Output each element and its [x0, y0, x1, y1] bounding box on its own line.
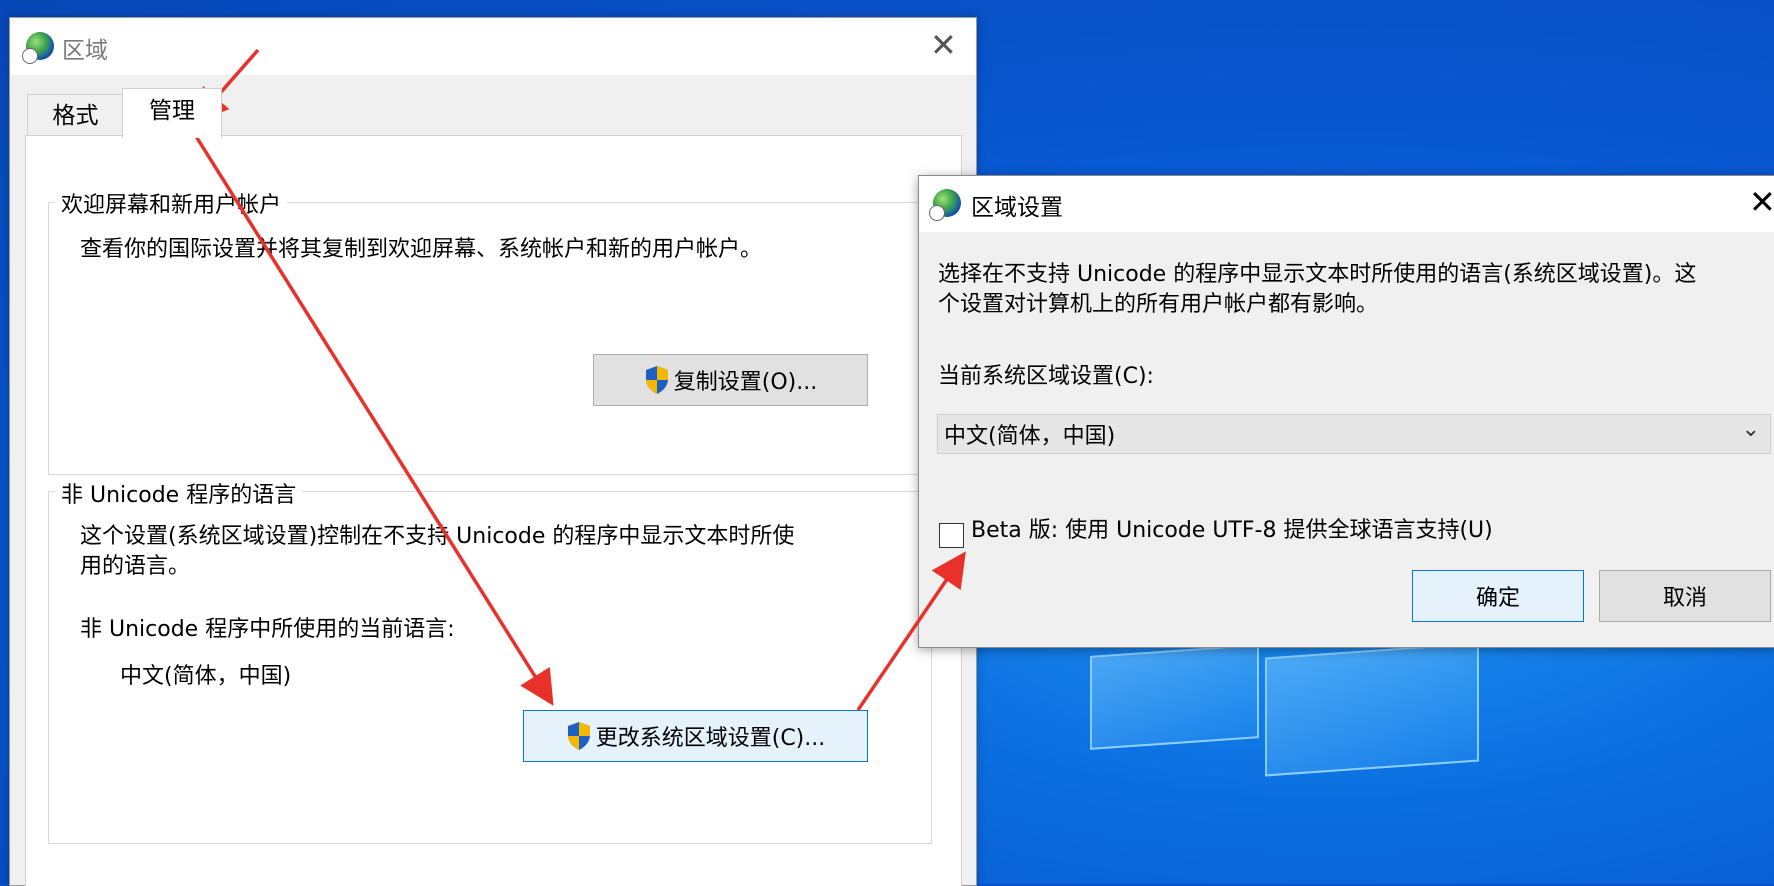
selected-locale: 中文(简体，中国) — [944, 424, 1116, 449]
title-bar: 区域 ✕ — [10, 18, 976, 75]
welcome-group-title: 欢迎屏幕和新用户帐户 — [55, 187, 288, 219]
region-settings-dialog: 区域设置 ✕ 选择在不支持 Unicode 的程序中显示文本时所使用的语言(系统… — [918, 175, 1774, 648]
welcome-description: 查看你的国际设置并将其复制到欢迎屏幕、系统帐户和新的用户帐户。 — [80, 237, 763, 262]
close-icon[interactable]: ✕ — [1749, 186, 1774, 218]
cancel-label: 取消 — [1662, 586, 1707, 611]
ok-label: 确定 — [1475, 586, 1520, 611]
uac-shield-icon — [566, 721, 592, 751]
uac-shield-icon — [644, 365, 670, 395]
tab-formats[interactable]: 格式 — [27, 94, 124, 137]
non-unicode-description-line2: 用的语言。 — [80, 554, 191, 579]
tab-administrative[interactable]: 管理 — [122, 88, 222, 138]
copy-settings-button[interactable]: 复制设置(O)... — [593, 354, 868, 406]
ok-button[interactable]: 确定 — [1412, 570, 1584, 622]
windows-logo-pane — [1265, 642, 1479, 777]
change-system-locale-button[interactable]: 更改系统区域设置(C)... — [523, 710, 868, 762]
beta-utf8-checkbox[interactable] — [939, 523, 964, 548]
non-unicode-group-title: 非 Unicode 程序的语言 — [55, 477, 303, 509]
globe-clock-icon — [929, 189, 961, 221]
title-bar: 区域设置 ✕ — [919, 176, 1774, 232]
current-language-label: 非 Unicode 程序中所使用的当前语言: — [80, 617, 455, 642]
change-system-locale-label: 更改系统区域设置(C)... — [595, 726, 826, 751]
cancel-button[interactable]: 取消 — [1599, 570, 1771, 622]
tab-label: 管理 — [149, 98, 195, 124]
system-locale-select[interactable]: 中文(简体，中国) ⌄ — [937, 414, 1771, 454]
beta-utf8-label[interactable]: Beta 版: 使用 Unicode UTF-8 提供全球语言支持(U) — [971, 516, 1493, 546]
windows-logo-pane — [1090, 644, 1259, 750]
tab-label: 格式 — [52, 103, 99, 129]
close-icon[interactable]: ✕ — [930, 29, 957, 61]
window-title: 区域 — [62, 38, 108, 64]
copy-settings-label: 复制设置(O)... — [673, 370, 818, 395]
current-language-value: 中文(简体，中国) — [120, 664, 292, 689]
region-description-line1: 选择在不支持 Unicode 的程序中显示文本时所使用的语言(系统区域设置)。这 — [938, 262, 1697, 287]
tab-panel-administrative: 欢迎屏幕和新用户帐户 查看你的国际设置并将其复制到欢迎屏幕、系统帐户和新的用户帐… — [25, 135, 962, 886]
chevron-down-icon: ⌄ — [1741, 417, 1760, 442]
region-description-line2: 个设置对计算机上的所有用户帐户都有影响。 — [938, 292, 1379, 317]
region-dialog: 区域 ✕ 格式 管理 欢迎屏幕和新用户帐户 查看你的国际设置并将其复制到欢迎屏幕… — [9, 17, 977, 886]
globe-clock-icon — [22, 32, 54, 64]
non-unicode-description-line1: 这个设置(系统区域设置)控制在不支持 Unicode 的程序中显示文本时所使 — [80, 524, 795, 549]
current-locale-label: 当前系统区域设置(C): — [938, 364, 1154, 389]
window-title: 区域设置 — [971, 195, 1063, 221]
